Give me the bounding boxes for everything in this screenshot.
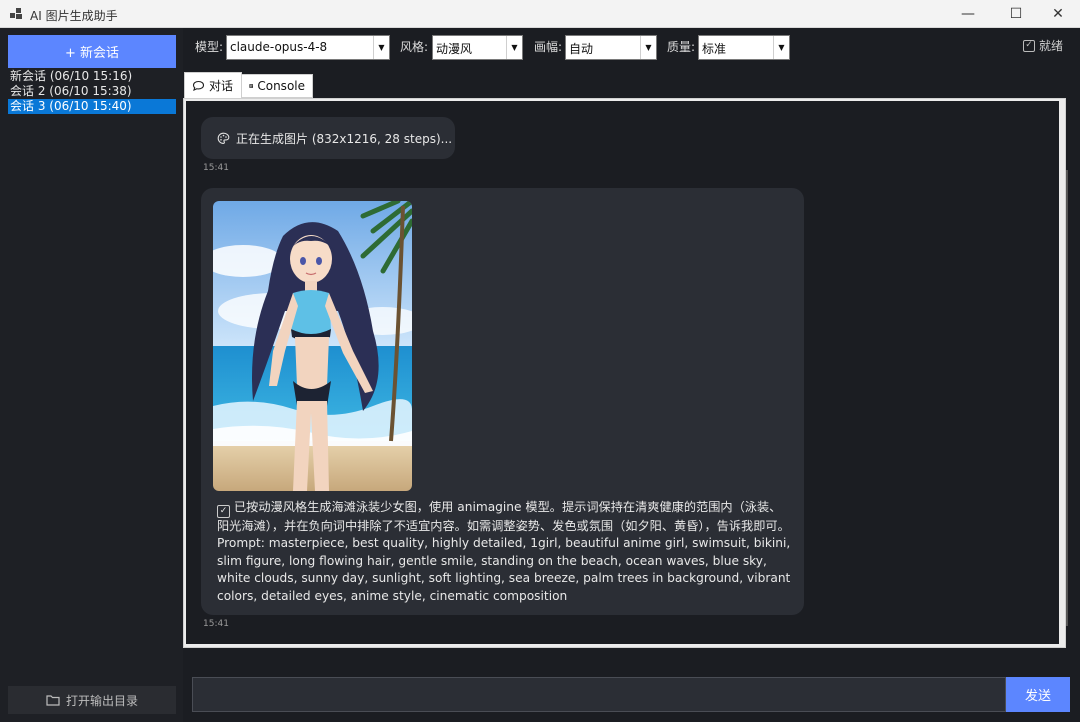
session-list: 新会话 (06/10 15:16) 会话 2 (06/10 15:38) 会话 … xyxy=(8,69,176,114)
session-item[interactable]: 新会话 (06/10 15:16) xyxy=(8,69,176,84)
message-bubble: 正在生成图片 (832x1216, 28 steps)... xyxy=(201,117,455,159)
chat-area[interactable]: 正在生成图片 (832x1216, 28 steps)... 15:41 ✓ 已… xyxy=(186,101,1059,644)
style-label: 风格: xyxy=(400,40,429,54)
palette-icon xyxy=(217,132,230,144)
quality-label: 质量: xyxy=(667,40,696,54)
tab-console-label: Console xyxy=(257,79,305,93)
maximize-icon: ☐ xyxy=(1009,6,1023,22)
message-timestamp: 15:41 xyxy=(203,163,229,173)
size-label: 画幅: xyxy=(534,40,563,54)
anime-beach-illustration xyxy=(213,201,412,491)
message-body: 已按动漫风格生成海滩泳装少女图，使用 animagine 模型。提示词保持在清爽… xyxy=(217,500,790,533)
size-value: 自动 xyxy=(569,42,594,56)
scrollbar-track[interactable] xyxy=(1060,101,1064,644)
message-text: ✓ 已按动漫风格生成海滩泳装少女图，使用 animagine 模型。提示词保持在清… xyxy=(217,499,792,605)
status-text: 就绪 xyxy=(1039,39,1064,53)
minimize-icon: — xyxy=(961,6,975,22)
style-value: 动漫风 xyxy=(436,42,473,56)
message-text: 正在生成图片 (832x1216, 28 steps)... xyxy=(236,131,453,146)
checkbox-icon: ✓ xyxy=(217,505,230,518)
model-value: claude-opus-4-8 xyxy=(230,40,328,54)
window-title: AI 图片生成助手 xyxy=(30,9,118,23)
title-bar: AI 图片生成助手 — ☐ ✕ xyxy=(0,0,1080,28)
open-output-dir-label: 打开输出目录 xyxy=(65,693,138,708)
session-item-active[interactable]: 会话 3 (06/10 15:40) xyxy=(8,99,176,114)
minimize-button[interactable]: — xyxy=(945,0,991,28)
chevron-down-icon: ▼ xyxy=(373,36,389,59)
speech-bubble-icon xyxy=(192,80,205,91)
toolbar: 模型: claude-opus-4-8 ▼ 风格: 动漫风 ▼ 画幅: 自动 ▼… xyxy=(183,28,1080,68)
generated-image[interactable] xyxy=(213,201,412,491)
tab-chat[interactable]: 对话 xyxy=(184,72,242,99)
scrollbar-thumb[interactable] xyxy=(1066,170,1068,626)
message-prompt: Prompt: masterpiece, best quality, highl… xyxy=(217,536,791,603)
model-label: 模型: xyxy=(195,40,224,54)
status-indicator: ✓ 就绪 xyxy=(1023,37,1063,54)
close-icon: ✕ xyxy=(1052,6,1064,22)
style-select[interactable]: 动漫风 ▼ xyxy=(432,35,523,60)
tab-console[interactable]: Console xyxy=(241,74,313,98)
chevron-down-icon: ▼ xyxy=(506,36,522,59)
model-select[interactable]: claude-opus-4-8 ▼ xyxy=(226,35,390,60)
message-bubble: ✓ 已按动漫风格生成海滩泳装少女图，使用 animagine 模型。提示词保持在清… xyxy=(201,188,804,615)
maximize-button[interactable]: ☐ xyxy=(993,0,1039,28)
send-button[interactable]: 发送 xyxy=(1006,677,1070,712)
message-input[interactable] xyxy=(192,677,1006,712)
app-icon xyxy=(10,8,23,20)
chevron-down-icon: ▼ xyxy=(640,36,656,59)
close-button[interactable]: ✕ xyxy=(1035,0,1080,28)
new-chat-button[interactable]: + 新会话 xyxy=(8,35,176,68)
console-icon xyxy=(249,84,253,88)
session-item[interactable]: 会话 2 (06/10 15:38) xyxy=(8,84,176,99)
quality-select[interactable]: 标准 ▼ xyxy=(698,35,790,60)
open-output-dir-button[interactable]: 打开输出目录 xyxy=(8,686,176,714)
chevron-down-icon: ▼ xyxy=(773,36,789,59)
sidebar: + 新会话 新会话 (06/10 15:16) 会话 2 (06/10 15:3… xyxy=(0,28,183,722)
checkbox-icon: ✓ xyxy=(1023,39,1035,52)
message-timestamp: 15:41 xyxy=(203,619,229,629)
quality-value: 标准 xyxy=(702,42,727,56)
size-select[interactable]: 自动 ▼ xyxy=(565,35,657,60)
folder-icon xyxy=(46,695,60,706)
tab-chat-label: 对话 xyxy=(209,79,234,93)
